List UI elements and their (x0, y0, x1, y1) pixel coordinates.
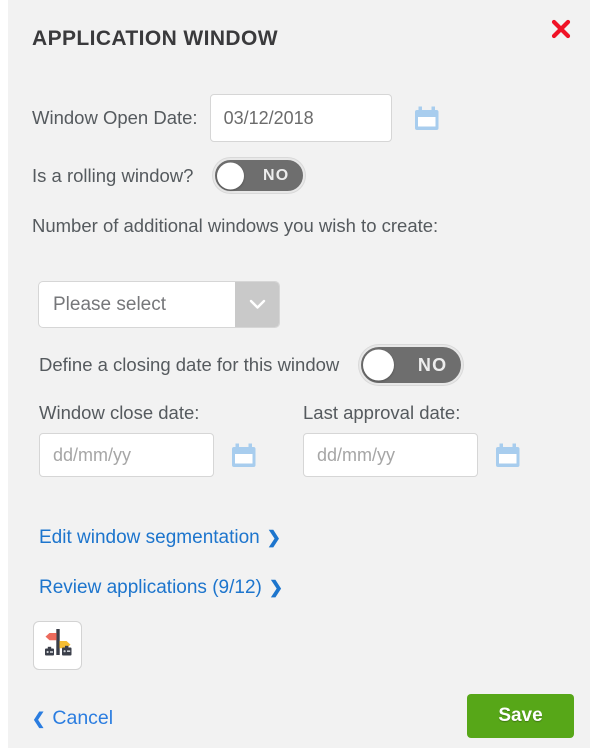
last-approval-date-label: Last approval date: (303, 402, 461, 423)
additional-windows-label-wrap: Number of additional windows you wish to… (32, 214, 502, 238)
attachment-tile[interactable] (33, 621, 82, 670)
last-approval-date-input[interactable] (303, 433, 478, 477)
closing-date-toggle-state: NO (417, 354, 448, 375)
close-icon[interactable] (546, 14, 576, 44)
window-close-date-group: Window close date: (39, 402, 257, 477)
edit-window-segmentation-label: Edit window segmentation (39, 527, 260, 548)
application-window-dialog: APPLICATION WINDOW Window Open Date: Is … (8, 0, 590, 748)
calendar-icon[interactable] (495, 443, 521, 468)
rolling-window-row: Is a rolling window? NO (32, 158, 306, 193)
additional-windows-select[interactable]: Please select (38, 281, 280, 328)
toggle-knob (363, 349, 395, 381)
closing-date-label: Define a closing date for this window (39, 354, 340, 375)
page-title: APPLICATION WINDOW (32, 27, 278, 50)
rolling-window-label: Is a rolling window? (32, 164, 194, 186)
calendar-icon[interactable] (414, 106, 440, 131)
chevron-right-icon: ❯ (266, 528, 281, 547)
window-open-date-row: Window Open Date: (32, 94, 440, 142)
additional-windows-selected-value: Please select (53, 293, 167, 315)
last-approval-date-group: Last approval date: (303, 402, 521, 477)
closing-date-toggle[interactable]: NO (359, 345, 464, 385)
review-applications-label: Review applications (9/12) (39, 577, 262, 598)
toggle-knob (217, 162, 245, 189)
review-applications-link[interactable]: Review applications (9/12) ❯ (39, 577, 283, 599)
closing-date-row: Define a closing date for this window NO (39, 345, 464, 385)
signpost-luggage-icon (41, 627, 75, 664)
chevron-down-icon[interactable] (235, 282, 279, 327)
chevron-left-icon: ❮ (32, 710, 46, 728)
cancel-button[interactable]: ❮ Cancel (32, 707, 113, 730)
cancel-label: Cancel (52, 707, 114, 729)
window-open-date-input[interactable] (209, 94, 392, 142)
save-button[interactable]: Save (467, 694, 574, 738)
calendar-icon[interactable] (231, 443, 257, 468)
window-close-date-label: Window close date: (39, 402, 200, 423)
rolling-window-toggle[interactable]: NO (213, 158, 306, 193)
window-open-date-label: Window Open Date: (32, 107, 198, 128)
edit-window-segmentation-link[interactable]: Edit window segmentation ❯ (39, 527, 281, 549)
additional-windows-label: Number of additional windows you wish to… (32, 215, 439, 236)
chevron-right-icon: ❯ (268, 578, 284, 597)
window-close-date-input[interactable] (39, 433, 214, 477)
rolling-window-toggle-state: NO (263, 166, 290, 184)
